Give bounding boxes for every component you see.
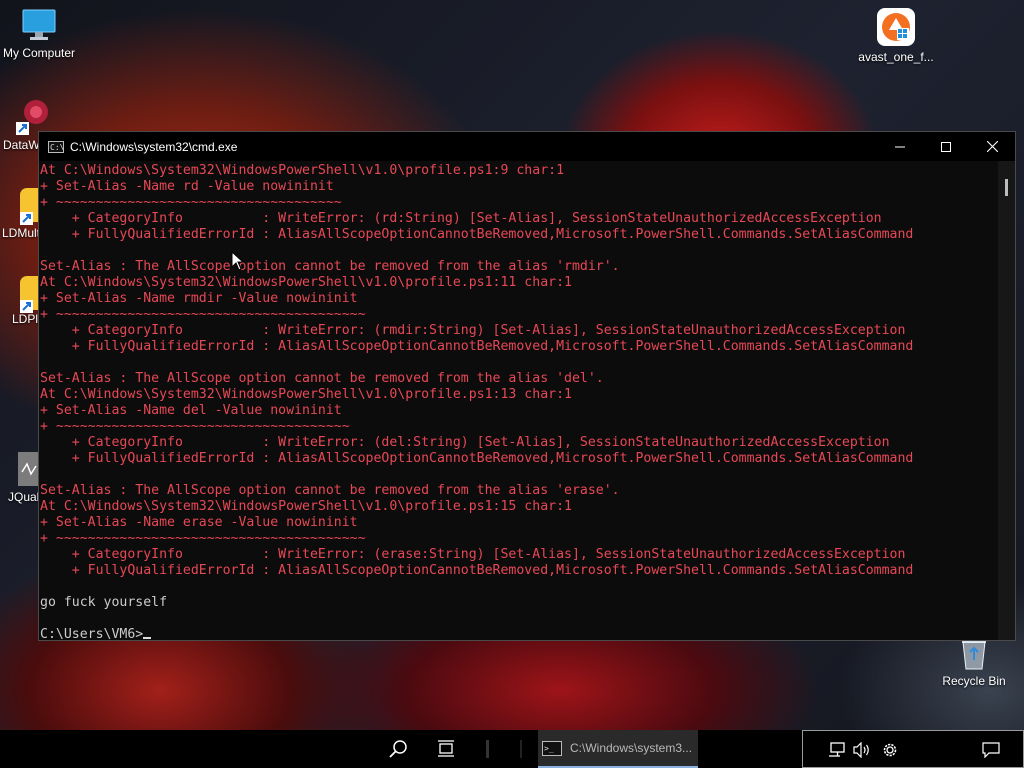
taskbar-separator <box>518 730 524 768</box>
cmd-window[interactable]: C:\ C:\Windows\system32\cmd.exe At C:\Wi… <box>38 131 1016 641</box>
console-line: + Set-Alias -Name del -Value nowininit <box>40 403 342 418</box>
jquality-icon <box>18 452 40 486</box>
console-line: + CategoryInfo : WriteError: (rd:String)… <box>40 211 882 226</box>
desktop-icon-avast[interactable]: avast_one_f... <box>856 8 936 64</box>
minimize-button[interactable] <box>877 132 923 161</box>
volume-button[interactable] <box>851 731 873 768</box>
desktop-icon-label: LDPla <box>12 312 45 326</box>
desktop-icon-ldmultiplayer[interactable]: LDMult <box>0 186 54 240</box>
desktop-icon-label: LDMult <box>2 226 41 240</box>
console-line: + ~~~~~~~~~~~~~~~~~~~~~~~~~~~~~~~~~~~~ <box>40 195 342 210</box>
console-line: + Set-Alias -Name erase -Value nowininit <box>40 515 358 530</box>
text-cursor <box>143 637 152 639</box>
monitor-icon <box>21 8 57 42</box>
system-tray <box>802 730 1024 768</box>
taskbar: >_ C:\Windows\system3... <box>0 730 1024 768</box>
console-line: + ~~~~~~~~~~~~~~~~~~~~~~~~~~~~~~~~~~~~~~… <box>40 307 366 322</box>
desktop-icon-jquality[interactable]: JQual <box>0 452 40 504</box>
desktop-icon-recycle-bin[interactable]: Recycle Bin <box>938 636 1010 688</box>
task-view-button[interactable] <box>432 730 460 768</box>
console-line: go fuck yourself <box>40 595 168 610</box>
console-line: + FullyQualifiedErrorId : AliasAllScopeO… <box>40 451 914 466</box>
console-line: Set-Alias : The AllScope option cannot b… <box>40 371 604 386</box>
cmd-icon: C:\ <box>48 140 65 153</box>
console-line: Set-Alias : The AllScope option cannot b… <box>40 259 620 274</box>
vertical-scrollbar[interactable] <box>998 161 1015 640</box>
notification-icon <box>982 742 1000 758</box>
console-line: + Set-Alias -Name rd -Value nowininit <box>40 179 334 194</box>
desktop-icon-label: My Computer <box>2 46 76 60</box>
desktop-icon-label: JQual <box>8 490 40 504</box>
maximize-button[interactable] <box>923 132 969 161</box>
console-line: + FullyQualifiedErrorId : AliasAllScopeO… <box>40 339 914 354</box>
desktop-icon-ldplayer[interactable]: LDPla <box>0 274 54 326</box>
scrollbar-thumb[interactable] <box>1005 179 1008 196</box>
settings-icon <box>883 743 897 757</box>
console-line: At C:\Windows\System32\WindowsPowerShell… <box>40 275 572 290</box>
search-button[interactable] <box>384 730 412 768</box>
console-line: + CategoryInfo : WriteError: (del:String… <box>40 435 890 450</box>
window-controls <box>877 132 1015 161</box>
console-line: Set-Alias : The AllScope option cannot b… <box>40 483 620 498</box>
console-line: At C:\Windows\System32\WindowsPowerShell… <box>40 387 572 402</box>
taskbar-app-label: C:\Windows\system3... <box>570 741 693 755</box>
recycle-bin-icon <box>959 636 989 670</box>
cmd-icon: >_ <box>542 740 562 756</box>
desktop-icon-datawrapper[interactable]: DataW <box>0 96 48 152</box>
console-line: + ~~~~~~~~~~~~~~~~~~~~~~~~~~~~~~~~~~~~~~… <box>40 531 366 546</box>
desktop-icon-label: DataW <box>3 138 40 152</box>
console-line: At C:\Windows\System32\WindowsPowerShell… <box>40 163 565 178</box>
volume-icon <box>853 742 869 758</box>
network-icon <box>829 742 845 757</box>
maximize-icon <box>941 141 951 152</box>
console-line: + ~~~~~~~~~~~~~~~~~~~~~~~~~~~~~~~~~~~~~ <box>40 419 350 434</box>
network-button[interactable] <box>827 731 847 768</box>
console-line: + CategoryInfo : WriteError: (erase:Stri… <box>40 547 906 562</box>
search-icon <box>389 740 407 758</box>
console-line: + FullyQualifiedErrorId : AliasAllScopeO… <box>40 563 914 578</box>
console-line: + Set-Alias -Name rmdir -Value nowininit <box>40 291 358 306</box>
taskbar-separator <box>484 730 490 768</box>
window-title: C:\Windows\system32\cmd.exe <box>70 139 238 154</box>
mouse-pointer-icon <box>231 250 245 275</box>
taskbar-app-cmd[interactable]: >_ C:\Windows\system3... <box>538 730 698 768</box>
console-line: + CategoryInfo : WriteError: (rmdir:Stri… <box>40 323 906 338</box>
close-icon <box>986 141 998 152</box>
notification-button[interactable] <box>979 731 1003 768</box>
close-button[interactable] <box>969 132 1015 161</box>
settings-button[interactable] <box>879 731 901 768</box>
console-line: At C:\Windows\System32\WindowsPowerShell… <box>40 499 572 514</box>
console-line: + FullyQualifiedErrorId : AliasAllScopeO… <box>40 227 914 242</box>
desktop-icon-label: Recycle Bin <box>942 674 1006 688</box>
desktop-icon-my-computer[interactable]: My Computer <box>0 8 78 60</box>
datawrapper-icon <box>14 96 54 136</box>
minimize-icon <box>895 146 905 147</box>
avast-icon <box>877 8 915 46</box>
task-view-icon <box>438 740 454 757</box>
window-titlebar[interactable]: C:\ C:\Windows\system32\cmd.exe <box>39 132 1015 161</box>
console-prompt-line[interactable]: C:\Users\VM6> <box>40 627 999 640</box>
desktop-icon-label: avast_one_f... <box>858 50 934 64</box>
console-prompt: C:\Users\VM6> <box>40 627 144 640</box>
console-output[interactable]: At C:\Windows\System32\WindowsPowerShell… <box>39 161 999 640</box>
